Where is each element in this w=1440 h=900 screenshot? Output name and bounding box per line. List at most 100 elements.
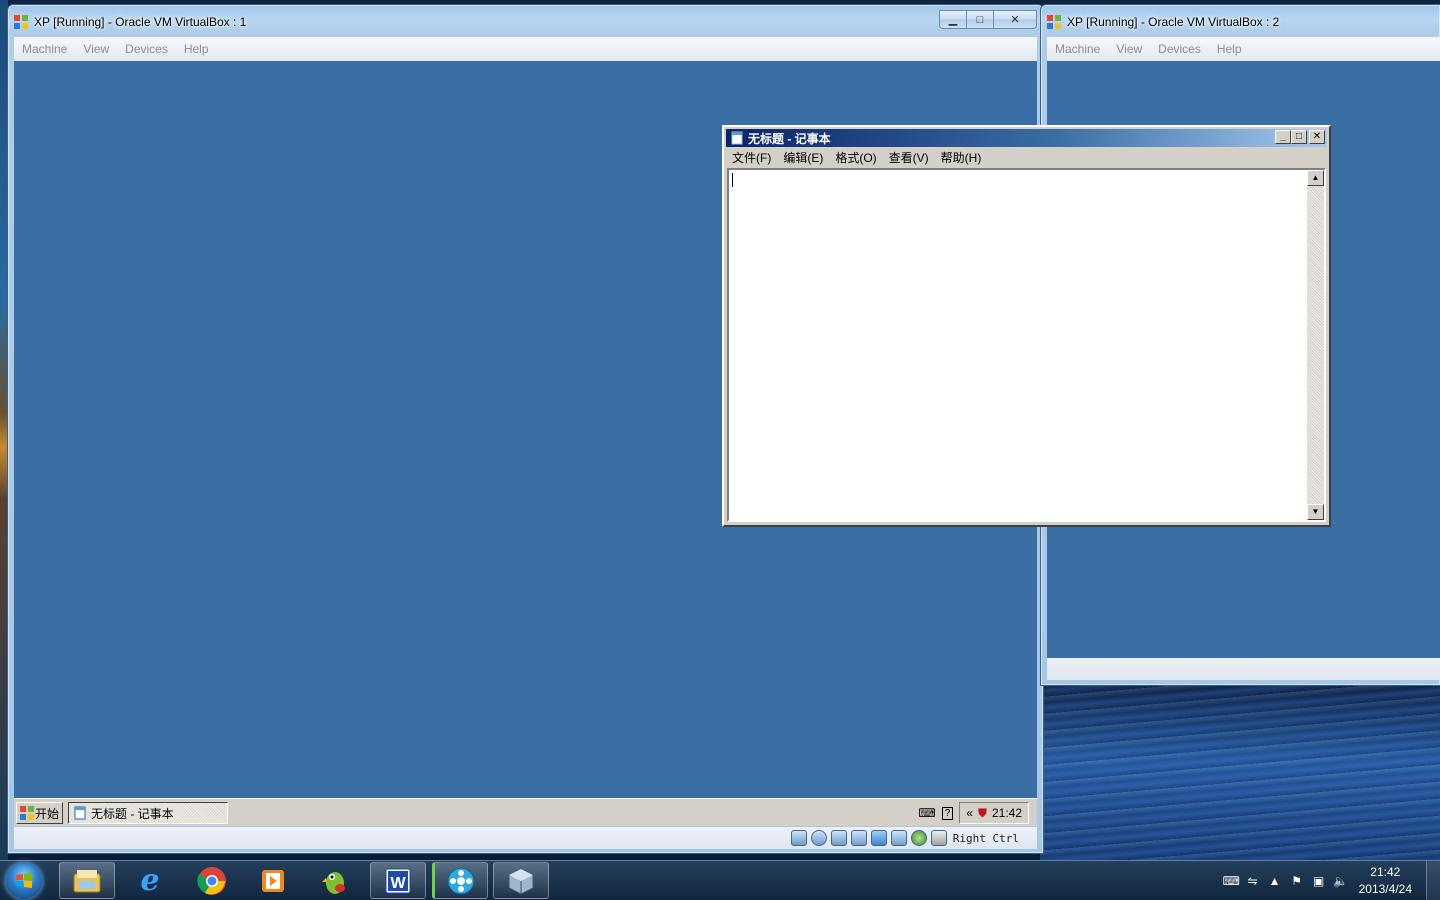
menu-machine[interactable]: Machine [1055, 42, 1100, 56]
xp-task-label: 无标题 - 记事本 [91, 806, 174, 821]
menu-machine[interactable]: Machine [22, 42, 67, 56]
action-center-flag-icon[interactable]: ⚑ [1289, 873, 1305, 889]
clock-time: 21:42 [1370, 865, 1401, 879]
vbox-titlebar[interactable]: XP [Running] - Oracle VM VirtualBox : 1 … [8, 5, 1043, 37]
internet-explorer-icon: e [140, 863, 160, 898]
menu-devices[interactable]: Devices [1158, 42, 1201, 56]
notepad-text-area[interactable]: ▲ ▼ [727, 168, 1326, 522]
notepad-close-button[interactable]: ✕ [1309, 130, 1325, 144]
chrome-icon [197, 866, 226, 895]
volume-icon[interactable]: 🔈 [1333, 873, 1349, 889]
scroll-up-button[interactable]: ▲ [1307, 170, 1324, 186]
windows-logo-icon [16, 873, 32, 888]
vbox-titlebar[interactable]: XP [Running] - Oracle VM VirtualBox : 2 [1041, 5, 1440, 37]
notepad-window[interactable]: 无标题 - 记事本 _ □ ✕ 文件(F) 编辑(E) 格式(O) 查看(V) … [722, 125, 1331, 527]
menu-view[interactable]: View [83, 42, 109, 56]
menu-edit[interactable]: 编辑(E) [783, 149, 823, 166]
media-player-icon [262, 869, 284, 892]
notepad-titlebar[interactable]: 无标题 - 记事本 [726, 129, 1327, 147]
notepad-minimize-button[interactable]: _ [1275, 130, 1291, 144]
xp-notification-area: « ⛊ 21:42 [959, 802, 1029, 824]
notepad-menubar: 文件(F) 编辑(E) 格式(O) 查看(V) 帮助(H) [726, 148, 1327, 167]
menu-help[interactable]: 帮助(H) [941, 149, 982, 166]
menu-help[interactable]: Help [1217, 42, 1242, 56]
maximize-button[interactable]: □ [966, 10, 993, 29]
notepad-icon [74, 806, 86, 820]
notepad-maximize-button[interactable]: □ [1291, 130, 1307, 144]
vbox-statusbar: Right Ctrl [14, 827, 1037, 849]
maximize-icon: □ [976, 13, 984, 26]
minimize-button[interactable]: ▁ [939, 10, 966, 29]
window-title: XP [Running] - Oracle VM VirtualBox : 2 [1067, 15, 1280, 29]
parrot-app-icon [322, 871, 345, 894]
close-button[interactable]: ✕ [993, 10, 1037, 29]
start-button[interactable] [6, 863, 42, 899]
scroll-down-button[interactable]: ▼ [1307, 504, 1324, 520]
minimize-icon: ▁ [948, 14, 958, 26]
vbox-statusbar [1047, 658, 1440, 680]
shield-icon[interactable]: ⛊ [978, 806, 987, 821]
hard-disk-icon[interactable] [790, 830, 807, 846]
show-hidden-icons-icon[interactable]: ▲ [1267, 873, 1283, 889]
taskbar-wps-writer[interactable]: W [370, 862, 426, 899]
vertical-scrollbar[interactable]: ▲ ▼ [1307, 170, 1324, 520]
vbox-menubar: Machine View Devices Help [14, 37, 1037, 61]
optical-drive-icon[interactable] [810, 830, 827, 846]
mouse-integration-icon[interactable] [910, 830, 927, 846]
wps-writer-icon: W [385, 868, 411, 893]
usb-device-icon[interactable]: ⇋ [1245, 873, 1261, 889]
menu-format[interactable]: 格式(O) [835, 149, 876, 166]
taskbar-video-app[interactable] [432, 862, 488, 899]
show-desktop-button[interactable] [1426, 861, 1440, 900]
arrow-down-icon: ▼ [1311, 507, 1320, 516]
xp-start-button[interactable]: 开始 [16, 802, 63, 824]
notepad-icon [731, 131, 743, 145]
taskbar-parrot-app[interactable] [307, 862, 363, 899]
display-icon[interactable] [890, 830, 907, 846]
menu-help[interactable]: Help [184, 42, 209, 56]
text-caret [732, 173, 733, 187]
xp-task-notepad[interactable]: 无标题 - 记事本 [68, 802, 228, 824]
taskbar-media-player[interactable] [245, 862, 301, 899]
xp-logo-icon [1047, 15, 1061, 29]
close-icon: ✕ [1312, 131, 1322, 142]
win7-taskbar: e W ⌨ ⇋ ▲ ⚑ ▣ 🔈 21:42 2013/4/24 [0, 860, 1440, 900]
network-icon[interactable]: ▣ [1311, 873, 1327, 889]
usb-icon[interactable] [830, 830, 847, 846]
close-icon: ✕ [1010, 14, 1020, 26]
menu-view[interactable]: 查看(V) [889, 149, 929, 166]
window-title: XP [Running] - Oracle VM VirtualBox : 1 [34, 15, 247, 29]
taskbar-clock[interactable]: 21:42 2013/4/24 [1359, 864, 1412, 898]
network-icon[interactable] [850, 830, 867, 846]
xp-tray: ⌨ ? « ⛊ 21:42 [885, 802, 1035, 824]
host-key-icon[interactable] [930, 830, 947, 846]
menu-file[interactable]: 文件(F) [732, 149, 771, 166]
desktop-wallpaper [1040, 680, 1440, 860]
vbox-menubar: Machine View Devices Help [1047, 37, 1440, 61]
menu-view[interactable]: View [1116, 42, 1142, 56]
xp-clock[interactable]: 21:42 [992, 806, 1022, 820]
keyboard-icon[interactable]: ⌨ [918, 806, 935, 820]
taskbar-virtualbox[interactable] [493, 862, 549, 899]
xp-logo-icon [14, 15, 28, 29]
maximize-icon: □ [1295, 131, 1303, 142]
help-icon[interactable]: ? [941, 806, 954, 820]
windows-explorer-icon [73, 869, 101, 892]
shared-folders-icon[interactable] [870, 830, 887, 846]
xp-taskbar: 开始 无标题 - 记事本 ⌨ ? « ⛊ 21:42 [14, 798, 1037, 826]
menu-devices[interactable]: Devices [125, 42, 168, 56]
video-app-icon [447, 867, 475, 894]
notepad-title: 无标题 - 记事本 [748, 131, 831, 146]
clock-date: 2013/4/24 [1358, 882, 1412, 896]
xp-flag-icon [20, 806, 34, 820]
svg-text:W: W [390, 875, 406, 892]
expand-tray-icon[interactable]: « [966, 806, 973, 820]
taskbar-internet-explorer[interactable]: e [122, 862, 178, 899]
arrow-up-icon: ▲ [1311, 173, 1320, 182]
system-tray: ⌨ ⇋ ▲ ⚑ ▣ 🔈 21:42 2013/4/24 [1223, 861, 1440, 900]
keyboard-icon[interactable]: ⌨ [1223, 873, 1240, 889]
taskbar-explorer[interactable] [59, 862, 115, 899]
virtualbox-icon [508, 867, 534, 895]
xp-start-label: 开始 [35, 806, 60, 821]
taskbar-chrome[interactable] [184, 862, 240, 899]
